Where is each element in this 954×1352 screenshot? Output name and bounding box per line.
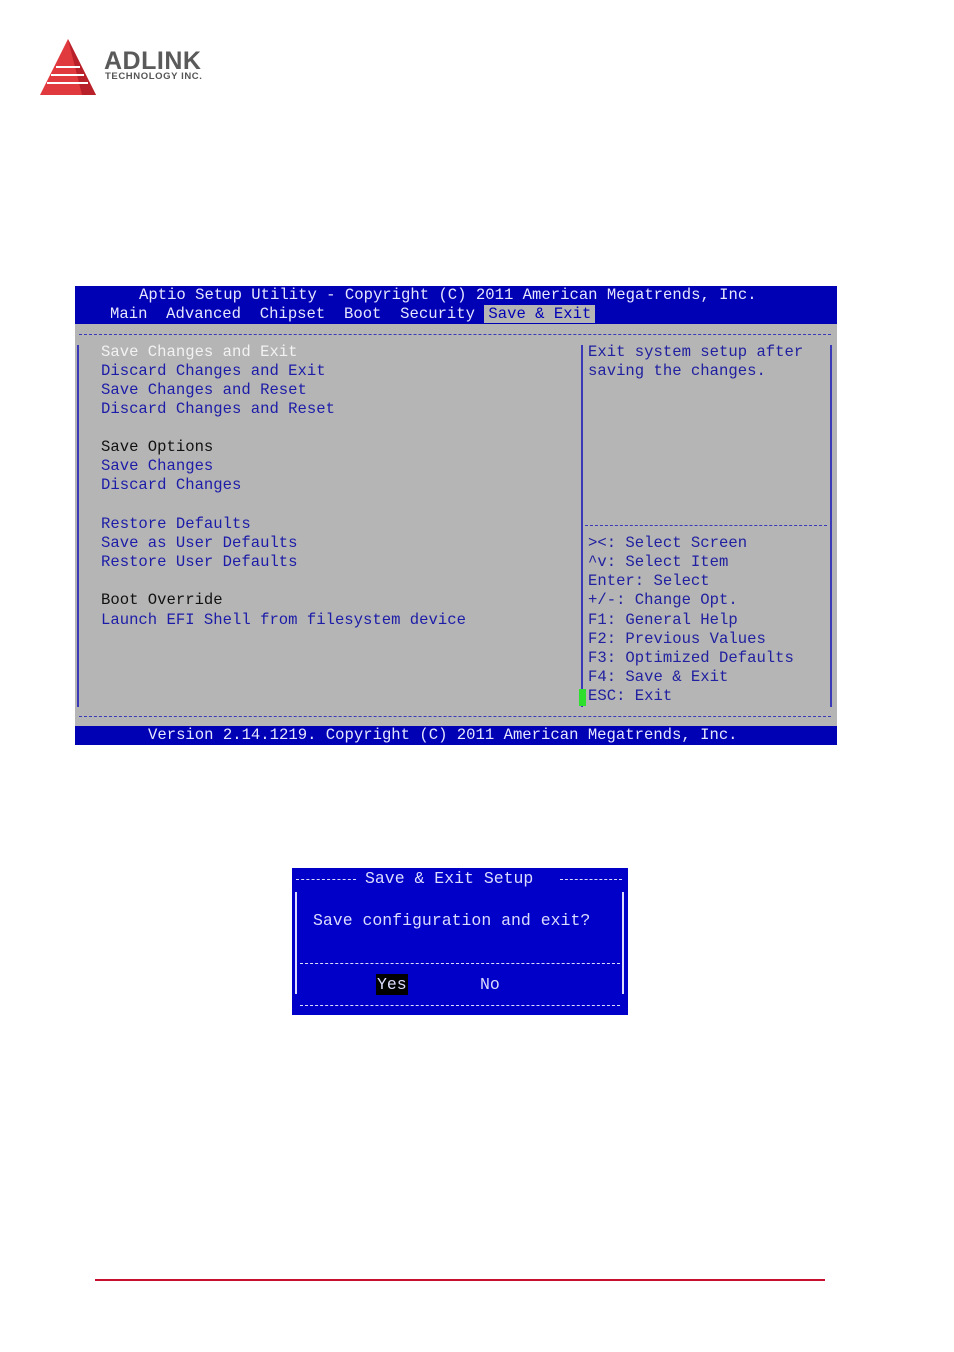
menu-restore-user-defaults[interactable]: Restore User Defaults: [101, 553, 298, 572]
dialog-separator: [300, 963, 620, 964]
top-border: [79, 334, 831, 335]
bottom-border: [79, 716, 831, 717]
key-hint: Enter: Select: [588, 572, 710, 590]
key-hint: F4: Save & Exit: [588, 668, 729, 686]
bios-title: Aptio Setup Utility - Copyright (C) 2011…: [139, 286, 757, 304]
cursor: [579, 689, 586, 706]
tab-boot[interactable]: Boot: [344, 305, 381, 323]
key-hint: F2: Previous Values: [588, 630, 766, 648]
menu-save-user-defaults[interactable]: Save as User Defaults: [101, 534, 298, 553]
menu-save-changes[interactable]: Save Changes: [101, 457, 213, 476]
menu-discard-changes-exit[interactable]: Discard Changes and Exit: [101, 362, 326, 381]
key-hint: ><: Select Screen: [588, 534, 748, 552]
version-text: Version 2.14.1219. Copyright (C) 2011 Am…: [148, 726, 738, 744]
tab-bar: Main Advanced Chipset Boot Security Save…: [110, 305, 596, 324]
dialog-left-border: [295, 892, 297, 994]
dialog-message: Save configuration and exit?: [313, 911, 591, 930]
menu-restore-defaults[interactable]: Restore Defaults: [101, 515, 251, 534]
help-text: Exit system setup after: [588, 343, 804, 361]
key-hint: ^v: Select Item: [588, 553, 729, 571]
menu-discard-changes[interactable]: Discard Changes: [101, 476, 241, 495]
section-boot-override: Boot Override: [101, 591, 223, 609]
dialog-top-border: [560, 879, 622, 880]
tab-advanced[interactable]: Advanced: [166, 305, 241, 323]
divider: [581, 345, 583, 707]
key-hint: F1: General Help: [588, 611, 738, 629]
key-hint: +/-: Change Opt.: [588, 591, 738, 609]
menu-save-changes-exit[interactable]: Save Changes and Exit: [101, 343, 298, 362]
menu-discard-changes-reset[interactable]: Discard Changes and Reset: [101, 400, 335, 419]
adlink-logo: ADLINK TECHNOLOGY INC.: [38, 37, 238, 99]
tab-security[interactable]: Security: [400, 305, 475, 323]
menu-launch-efi-shell[interactable]: Launch EFI Shell from filesystem device: [101, 611, 466, 630]
tab-save-exit[interactable]: Save & Exit: [484, 305, 596, 323]
document-page: ADLINK TECHNOLOGY INC. Aptio Setup Utili…: [0, 0, 954, 1352]
dialog-top-border: [296, 879, 356, 880]
dialog-title: Save & Exit Setup: [365, 869, 534, 888]
dialog-bottom-border: [300, 1005, 620, 1006]
left-border: [77, 345, 79, 707]
save-exit-dialog: Save & Exit Setup Save configuration and…: [292, 868, 628, 1015]
yes-button[interactable]: Yes: [376, 974, 408, 995]
key-hint: ESC: Exit: [588, 687, 673, 705]
menu-save-changes-reset[interactable]: Save Changes and Reset: [101, 381, 307, 400]
right-border: [830, 345, 832, 707]
help-separator: [585, 525, 827, 526]
dialog-right-border: [622, 892, 624, 994]
footer-rule: [95, 1279, 825, 1281]
logo-triangle-icon: [40, 39, 96, 95]
no-button[interactable]: No: [480, 974, 500, 995]
help-text: saving the changes.: [588, 362, 766, 380]
bios-screenshot: Aptio Setup Utility - Copyright (C) 2011…: [75, 286, 837, 745]
key-hint: F3: Optimized Defaults: [588, 649, 794, 667]
logo-tagline: TECHNOLOGY INC.: [105, 71, 203, 82]
section-save-options: Save Options: [101, 438, 214, 456]
tab-chipset[interactable]: Chipset: [260, 305, 326, 323]
tab-main[interactable]: Main: [110, 305, 147, 323]
